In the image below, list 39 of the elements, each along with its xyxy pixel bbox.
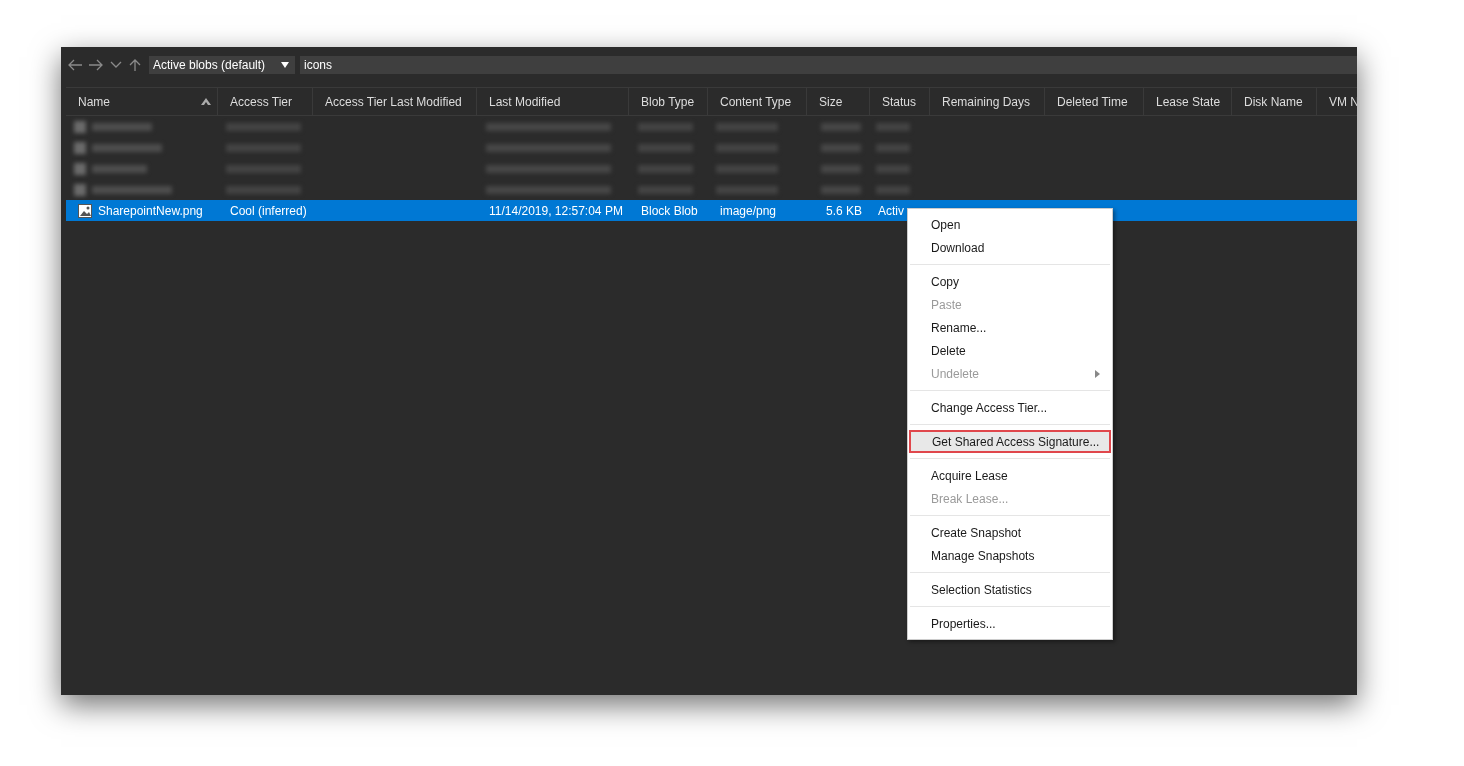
column-header[interactable]: Name: [66, 88, 218, 115]
dropdown-arrow-icon: [281, 62, 289, 68]
column-header[interactable]: Blob Type: [629, 88, 708, 115]
sort-icon: [201, 98, 211, 105]
column-header[interactable]: Access Tier: [218, 88, 313, 115]
column-header[interactable]: Access Tier Last Modified: [313, 88, 477, 115]
table-cell: image/png: [720, 203, 777, 218]
column-header[interactable]: Size: [807, 88, 870, 115]
table-cell: Cool (inferred): [230, 203, 307, 218]
forward-icon[interactable]: [88, 59, 104, 71]
menu-item[interactable]: Download: [908, 236, 1112, 259]
menu-item[interactable]: Rename...: [908, 316, 1112, 339]
filter-dropdown[interactable]: Active blobs (default): [149, 56, 295, 74]
column-header[interactable]: Disk Name: [1232, 88, 1317, 115]
path-field[interactable]: icons: [300, 56, 1357, 74]
column-header[interactable]: Lease State: [1144, 88, 1232, 115]
column-header[interactable]: Status: [870, 88, 930, 115]
back-icon[interactable]: [67, 59, 83, 71]
table-cell: 11/14/2019, 12:57:04 PM: [489, 203, 623, 218]
menu-item[interactable]: Acquire Lease: [908, 464, 1112, 487]
menu-item[interactable]: Delete: [908, 339, 1112, 362]
image-file-icon: [78, 203, 92, 218]
table-cell: Activ: [878, 203, 904, 218]
menu-item[interactable]: Selection Statistics: [908, 578, 1112, 601]
menu-item[interactable]: Open: [908, 213, 1112, 236]
menu-item[interactable]: Manage Snapshots: [908, 544, 1112, 567]
table-cell: 5.6 KB: [825, 203, 862, 218]
column-header[interactable]: Content Type: [708, 88, 807, 115]
menu-item[interactable]: Change Access Tier...: [908, 396, 1112, 419]
column-header[interactable]: Deleted Time: [1045, 88, 1144, 115]
menu-item[interactable]: Properties...: [908, 612, 1112, 635]
up-icon[interactable]: [128, 58, 142, 72]
table-cell: Block Blob: [641, 203, 698, 218]
column-header[interactable]: Last Modified: [477, 88, 629, 115]
menu-item[interactable]: Get Shared Access Signature...: [909, 430, 1111, 453]
menu-item[interactable]: Create Snapshot: [908, 521, 1112, 544]
menu-item[interactable]: Copy: [908, 270, 1112, 293]
column-header[interactable]: Remaining Days: [930, 88, 1045, 115]
table-cell: SharepointNew.png: [98, 203, 203, 218]
